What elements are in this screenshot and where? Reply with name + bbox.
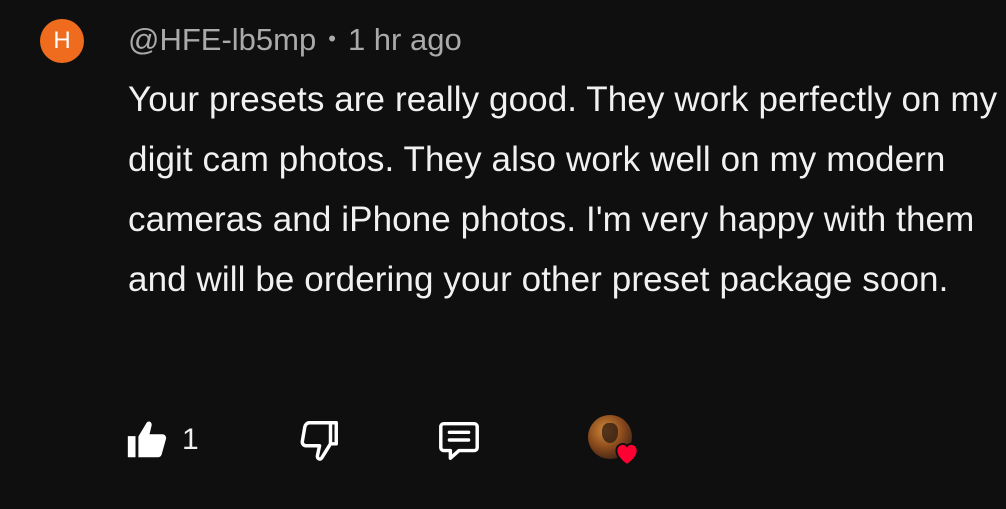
thumbs-down-icon xyxy=(300,421,338,461)
comment-card: H @HFE-lb5mp • 1 hr ago Your presets are… xyxy=(0,0,1006,509)
comment-reply-icon xyxy=(439,421,479,460)
reply-button[interactable] xyxy=(436,417,586,463)
comment-timestamp[interactable]: 1 hr ago xyxy=(348,22,462,58)
author-avatar[interactable]: H xyxy=(40,19,84,63)
author-handle[interactable]: @HFE-lb5mp xyxy=(128,22,316,58)
comment-meta: @HFE-lb5mp • 1 hr ago xyxy=(128,18,462,62)
avatar-letter: H xyxy=(53,27,71,54)
meta-separator: • xyxy=(328,26,336,51)
creator-heart-icon xyxy=(615,442,639,466)
comment-actions: 1 xyxy=(124,410,642,470)
thumbs-up-icon xyxy=(127,421,167,458)
like-count: 1 xyxy=(182,423,199,456)
creator-heart-badge[interactable] xyxy=(586,412,642,468)
like-button[interactable]: 1 xyxy=(124,417,244,463)
dislike-button[interactable] xyxy=(296,417,436,463)
comment-text: Your presets are really good. They work … xyxy=(128,80,998,299)
